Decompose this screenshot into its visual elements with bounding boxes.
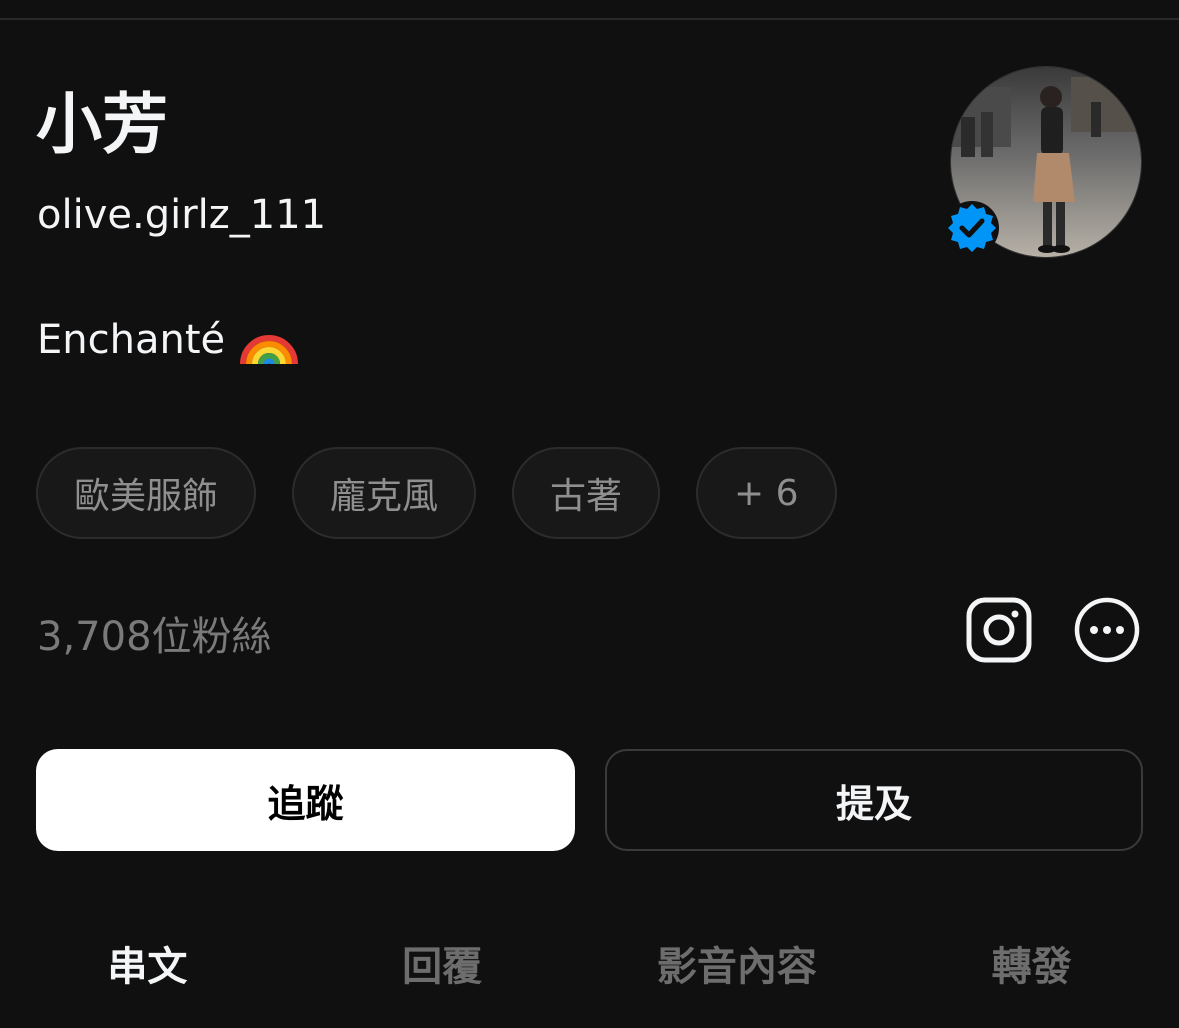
follow-button[interactable]: 追蹤 [36, 749, 575, 851]
more-options-icon[interactable] [1073, 596, 1141, 664]
rainbow-icon [240, 335, 299, 365]
display-name: 小芳 [36, 86, 168, 163]
mention-button[interactable]: 提及 [605, 749, 1143, 851]
tag-chip[interactable]: 古著 [512, 447, 661, 539]
tab-replies[interactable]: 回覆 [295, 928, 590, 998]
verified-badge-icon [945, 201, 999, 255]
profile-tabs: 串文 回覆 影音內容 轉發 [0, 928, 1179, 998]
avatar[interactable] [945, 66, 1144, 260]
tag-chip[interactable]: 歐美服飾 [36, 447, 257, 539]
bio-text: Enchanté [37, 317, 226, 363]
tag-chip[interactable]: 龐克風 [292, 447, 477, 539]
top-divider [0, 18, 1179, 20]
tab-threads[interactable]: 串文 [0, 928, 295, 998]
followers-count[interactable]: 3,708位粉絲 [37, 604, 272, 662]
username[interactable]: olive.girlz_111 [37, 193, 326, 237]
bio: Enchanté [37, 312, 299, 368]
instagram-icon[interactable] [965, 596, 1033, 664]
tab-media[interactable]: 影音內容 [590, 928, 885, 998]
more-tags-chip[interactable]: + 6 [696, 447, 837, 539]
tab-reposts[interactable]: 轉發 [884, 928, 1179, 998]
interest-tags: 歐美服飾 龐克風 古著 + 6 [36, 447, 837, 539]
